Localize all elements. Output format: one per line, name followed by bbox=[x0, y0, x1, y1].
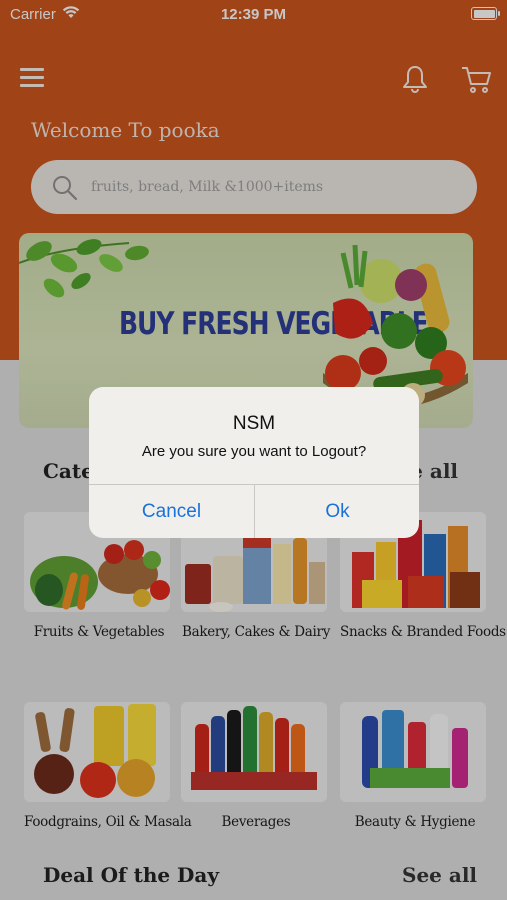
alert-ok-button[interactable]: Ok bbox=[255, 485, 419, 538]
alert-message: Are you sure you want to Logout? bbox=[141, 443, 367, 460]
alert-cancel-button[interactable]: Cancel bbox=[89, 485, 254, 538]
logout-alert-dialog: NSM Are you sure you want to Logout? Can… bbox=[89, 387, 419, 538]
alert-title: NSM bbox=[232, 413, 276, 434]
